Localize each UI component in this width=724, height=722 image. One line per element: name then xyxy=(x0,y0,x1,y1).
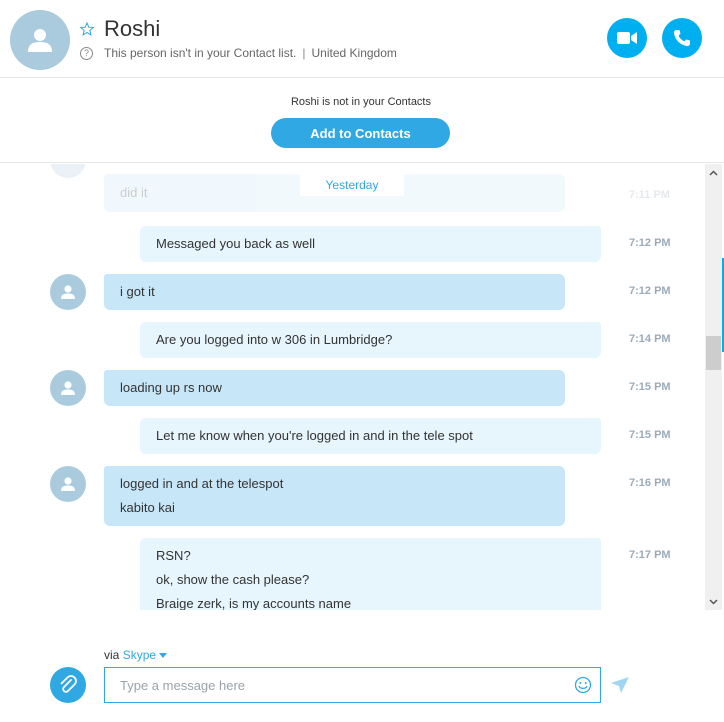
message-text: i got it xyxy=(120,284,155,299)
avatar-icon xyxy=(28,29,52,52)
service-name: Skype xyxy=(122,648,157,662)
via-prefix: via xyxy=(104,648,120,662)
message-text: logged in and at the telespot xyxy=(120,476,284,491)
video-call-button[interactable] xyxy=(607,18,647,58)
message-text: loading up rs now xyxy=(120,380,222,395)
message-timestamp: 7:14 PM xyxy=(629,333,671,345)
help-icon[interactable]: ? xyxy=(80,46,93,60)
message-scrollbar[interactable] xyxy=(705,164,722,610)
not-in-contacts-notice: Roshi is not in your Contacts xyxy=(290,96,431,108)
status-separator: | xyxy=(302,46,306,60)
contact-avatar-small[interactable] xyxy=(50,370,86,406)
avatar-icon xyxy=(61,381,75,395)
message-timestamp: 7:16 PM xyxy=(629,477,671,489)
star-icon[interactable] xyxy=(80,22,94,36)
contact-avatar-small[interactable] xyxy=(50,274,86,310)
message-bubble-outgoing[interactable]: Let me know when you're logged in and in… xyxy=(140,418,601,454)
attach-button[interactable] xyxy=(50,667,86,703)
scroll-up-arrow-icon[interactable] xyxy=(705,164,722,181)
message-input[interactable] xyxy=(104,667,601,703)
avatar-icon xyxy=(61,285,75,299)
scrollbar-thumb[interactable] xyxy=(706,336,721,370)
attach-icon xyxy=(60,675,77,693)
message-timestamp: 7:17 PM xyxy=(629,549,671,561)
video-call-icon xyxy=(617,32,637,44)
message-timestamp: 7:15 PM xyxy=(629,429,671,441)
message-text: RSN? xyxy=(156,548,191,563)
message-bubble-outgoing[interactable]: Are you logged into w 306 in Lumbridge? xyxy=(140,322,601,358)
message-history[interactable]: did it 7:11 PM Yesterday Messaged you ba… xyxy=(0,164,705,610)
chat-window: Roshi ? This person isn't in your Contac… xyxy=(0,0,724,722)
message-bubble-outgoing[interactable]: RSN? ok, show the cash please? Braige ze… xyxy=(140,538,601,610)
emoji-icon[interactable] xyxy=(574,676,592,694)
contact-avatar-small xyxy=(50,164,86,178)
contact-avatar[interactable] xyxy=(10,10,70,70)
service-dropdown[interactable]: Skype xyxy=(122,648,168,662)
date-divider: Yesterday xyxy=(300,174,404,196)
conversation-header: Roshi ? This person isn't in your Contac… xyxy=(0,0,724,78)
contact-status-row: ? This person isn't in your Contact list… xyxy=(80,46,397,60)
message-text: kabito kai xyxy=(120,500,175,515)
not-in-contacts-panel: Roshi is not in your Contacts Add to Con… xyxy=(0,79,724,163)
scroll-down-arrow-icon[interactable] xyxy=(705,593,722,610)
message-text: did it xyxy=(120,185,148,200)
message-bubble-incoming[interactable]: i got it xyxy=(104,274,565,310)
dropdown-caret-icon[interactable] xyxy=(159,653,168,659)
message-timestamp: 7:12 PM xyxy=(629,285,671,297)
message-text: Braige zerk, is my accounts name xyxy=(156,596,352,610)
audio-call-button[interactable] xyxy=(662,18,702,58)
phone-call-icon xyxy=(674,30,690,46)
message-bubble-outgoing[interactable]: Messaged you back as well xyxy=(140,226,601,262)
add-to-contacts-button[interactable]: Add to Contacts xyxy=(271,118,450,148)
contact-location: United Kingdom xyxy=(311,46,397,60)
message-timestamp: 7:15 PM xyxy=(629,381,671,393)
message-bubble-incoming[interactable]: loading up rs now xyxy=(104,370,565,406)
message-text: Are you logged into w 306 in Lumbridge? xyxy=(156,332,393,347)
message-text: Let me know when you're logged in and in… xyxy=(156,428,473,443)
avatar-icon xyxy=(61,477,75,491)
message-timestamp: 7:11 PM xyxy=(629,189,670,201)
send-icon[interactable] xyxy=(611,677,629,693)
message-timestamp: 7:12 PM xyxy=(629,237,671,249)
contact-avatar-small[interactable] xyxy=(50,466,86,502)
contact-status-text: This person isn't in your Contact list. xyxy=(104,46,297,60)
message-text: Messaged you back as well xyxy=(156,236,315,251)
message-text: ok, show the cash please? xyxy=(156,572,310,587)
contact-name: Roshi xyxy=(104,16,161,41)
via-service-selector: via Skype xyxy=(104,648,168,662)
message-bubble-incoming[interactable]: logged in and at the telespot kabito kai xyxy=(104,466,565,526)
